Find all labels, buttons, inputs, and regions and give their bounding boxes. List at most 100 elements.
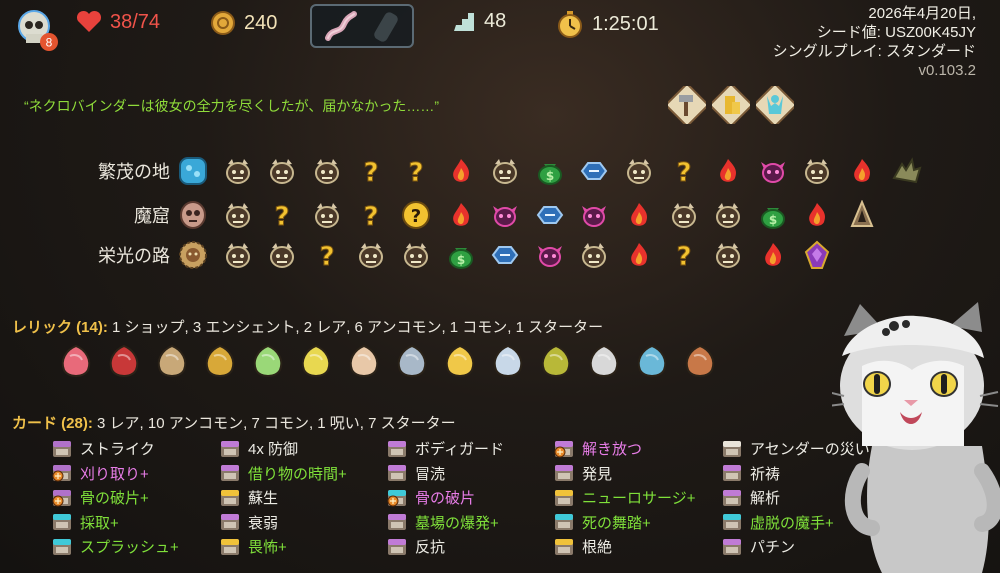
pen-relic-icon[interactable] — [200, 342, 240, 382]
monster-node-icon[interactable] — [312, 200, 342, 230]
act-orb-skull-node-icon[interactable] — [178, 200, 208, 230]
hp-display[interactable]: 38/74 — [76, 10, 160, 34]
unknown-node-icon[interactable]: ? — [312, 240, 342, 271]
deck-card-item[interactable]: 死の舞踏+ — [554, 512, 651, 533]
floor-display[interactable]: 48 — [452, 10, 506, 33]
deck-card-item[interactable]: 解析 — [722, 487, 780, 508]
shop-node-icon[interactable] — [579, 156, 609, 186]
boss-thorny-node-icon[interactable] — [892, 156, 922, 186]
deck-card-item[interactable]: 刈り取り+ — [52, 463, 149, 484]
deck-card-item[interactable]: 採取+ — [52, 512, 119, 533]
treasure-node-icon[interactable]: $ — [446, 240, 476, 270]
monster-node-icon[interactable] — [802, 156, 832, 186]
deck-card-item[interactable]: 墓場の爆発+ — [387, 512, 499, 533]
boss-gem-node-icon[interactable] — [802, 240, 832, 270]
deck-card-item[interactable]: 虚脱の魔手+ — [722, 512, 834, 533]
act-orb-blue-node-icon[interactable] — [178, 156, 208, 186]
map-relic-icon[interactable] — [488, 342, 528, 382]
unknown-monster-node-icon[interactable]: ? — [401, 200, 431, 230]
deck-card-item[interactable]: 反抗 — [387, 536, 445, 557]
unknown-node-icon[interactable]: ? — [401, 156, 431, 187]
deck-card-item[interactable]: ストライク — [52, 438, 155, 459]
elite-node-icon[interactable] — [535, 240, 565, 270]
deck-card-item[interactable]: 借り物の時間+ — [220, 463, 347, 484]
elite-node-icon[interactable] — [579, 200, 609, 230]
hammer-boss-relic-icon[interactable] — [668, 86, 706, 124]
rest-node-icon[interactable] — [624, 200, 654, 230]
deck-card-item[interactable]: スプラッシュ+ — [52, 536, 179, 557]
shuriken-relic-icon[interactable] — [584, 342, 624, 382]
rest-node-icon[interactable] — [758, 240, 788, 270]
rest-node-icon[interactable] — [713, 156, 743, 186]
monster-node-icon[interactable] — [223, 200, 253, 230]
monster-node-icon[interactable] — [223, 240, 253, 270]
monster-node-icon[interactable] — [312, 156, 342, 186]
card-name: 虚脱の魔手+ — [750, 514, 834, 532]
pear-relic-icon[interactable] — [296, 342, 336, 382]
treasure-node-icon[interactable]: $ — [535, 156, 565, 186]
treasure-node-icon[interactable]: $ — [758, 200, 788, 230]
banana-relic-icon[interactable] — [440, 342, 480, 382]
shop-node-icon[interactable] — [490, 240, 520, 270]
tuning-fork-relic-icon[interactable] — [392, 342, 432, 382]
monster-node-icon[interactable] — [713, 240, 743, 270]
ascension-skull-icon[interactable]: 8 — [14, 6, 60, 52]
deck-card-item[interactable]: ボディガード — [387, 438, 504, 459]
figure-boss-relic-icon[interactable] — [756, 86, 794, 124]
boss-bell-node-icon[interactable] — [847, 200, 877, 230]
unknown-node-icon[interactable]: ? — [669, 156, 699, 187]
rest-node-icon[interactable] — [624, 240, 654, 270]
timer-display[interactable]: 1:25:01 — [556, 10, 659, 38]
deck-card-item[interactable]: 衰弱 — [220, 512, 278, 533]
deck-card-item[interactable]: 4x 防御 — [220, 438, 298, 459]
monster-node-icon[interactable] — [401, 240, 431, 270]
deck-card-item[interactable]: 根絶 — [554, 536, 612, 557]
rest-node-icon[interactable] — [847, 156, 877, 186]
deck-card-item[interactable]: 発見 — [554, 463, 612, 484]
deck-card-item[interactable]: パチン — [722, 536, 795, 557]
rest-node-icon[interactable] — [802, 200, 832, 230]
rest-node-icon[interactable] — [446, 200, 476, 230]
shop-node-icon[interactable] — [535, 200, 565, 230]
deck-card-item[interactable]: 解き放つ — [554, 438, 642, 459]
tent-relic-icon[interactable] — [152, 342, 192, 382]
tube-relic-icon[interactable] — [632, 342, 672, 382]
run-seed[interactable]: シード値: USZ00K45JY — [773, 23, 976, 42]
deck-card-item[interactable]: 冒涜 — [387, 463, 445, 484]
monster-node-icon[interactable] — [624, 156, 654, 186]
bowl-relic-icon[interactable] — [344, 342, 384, 382]
deck-card-item[interactable]: 骨の破片 — [387, 487, 475, 508]
monster-node-icon[interactable] — [579, 240, 609, 270]
bracket-relic-icon[interactable] — [248, 342, 288, 382]
empty-potion-slot-icon[interactable] — [368, 10, 404, 44]
worm-potion-icon[interactable] — [322, 10, 358, 44]
rest-node-icon[interactable] — [446, 156, 476, 186]
deck-card-item[interactable]: 祈祷 — [722, 463, 780, 484]
scissors-relic-icon[interactable] — [104, 342, 144, 382]
deck-card-item[interactable]: 蘇生 — [220, 487, 278, 508]
unknown-node-icon[interactable]: ? — [669, 240, 699, 271]
monster-node-icon[interactable] — [267, 156, 297, 186]
unknown-node-icon[interactable]: ? — [356, 156, 386, 187]
gold-display[interactable]: 240 — [210, 10, 277, 36]
deck-card-item[interactable]: 骨の破片+ — [52, 487, 149, 508]
deck-card-item[interactable]: ニューロサージ+ — [554, 487, 695, 508]
monster-node-icon[interactable] — [223, 156, 253, 186]
monster-node-icon[interactable] — [490, 156, 520, 186]
elite-node-icon[interactable] — [490, 200, 520, 230]
act-orb-sun-node-icon[interactable] — [178, 240, 208, 270]
monster-node-icon[interactable] — [669, 200, 699, 230]
hat-relic-icon[interactable] — [536, 342, 576, 382]
unknown-node-icon[interactable]: ? — [356, 200, 386, 231]
elite-node-icon[interactable] — [758, 156, 788, 186]
monster-node-icon[interactable] — [267, 240, 297, 270]
leaf-relic-icon[interactable] — [680, 342, 720, 382]
monster-node-icon[interactable] — [713, 200, 743, 230]
deck-card-item[interactable]: 畏怖+ — [220, 536, 287, 557]
gold-coins-boss-relic-icon[interactable] — [712, 86, 750, 124]
unknown-node-icon[interactable]: ? — [267, 200, 297, 231]
card-section-header: カード (28): 3 レア, 10 アンコモン, 7 コモン, 1 呪い, 7… — [12, 412, 456, 433]
heart-relic-icon[interactable] — [56, 342, 96, 382]
monster-node-icon[interactable] — [356, 240, 386, 270]
card-name: 採取+ — [80, 514, 119, 532]
